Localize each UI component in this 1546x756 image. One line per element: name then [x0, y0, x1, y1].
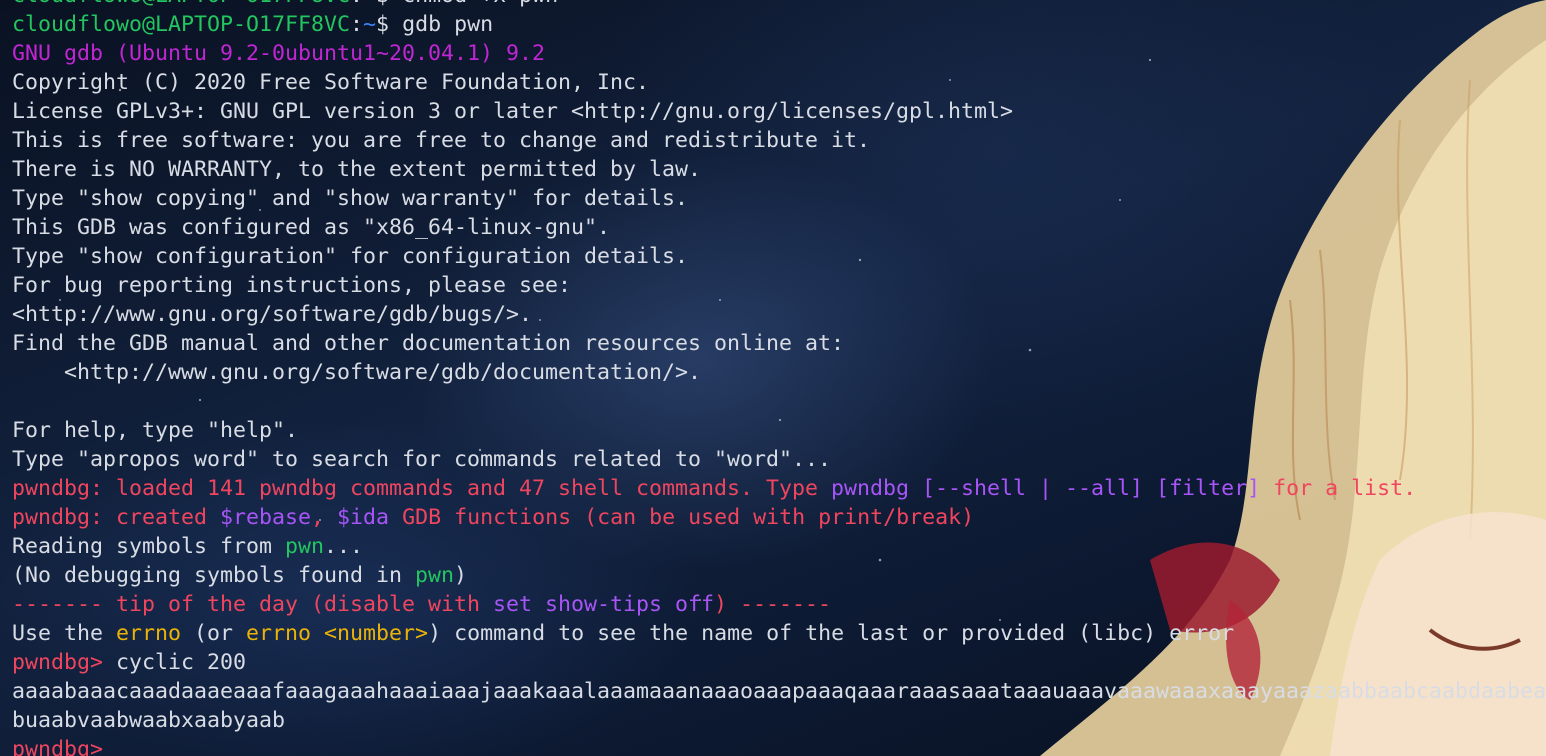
- cyclic-output-line: aaaabaaacaaadaaaeaaafaaagaaahaaaiaaajaaa…: [12, 679, 1546, 704]
- pwndbg-created-text: pwndbg: created: [12, 505, 221, 530]
- shell-command-line: cloudflowo@LAPTOP-O17FF8VC:~$ chmod +x p…: [12, 0, 1546, 10]
- gdb-command: cyclic 200: [116, 650, 247, 675]
- rebase-function: $rebase: [220, 505, 312, 530]
- shell-command: gdb pwn: [402, 12, 494, 37]
- tip-text-b: (or: [181, 621, 247, 646]
- prompt-dollar: $: [376, 0, 402, 8]
- pwndbg-created-line: pwndbg: created $rebase, $ida GDB functi…: [12, 503, 1546, 532]
- pwndbg-list-command: pwndbg [--shell | --all] [filter]: [831, 476, 1261, 501]
- gdb-command-line: pwndbg> cyclic 200: [12, 648, 1546, 677]
- shell-command-line: cloudflowo@LAPTOP-O17FF8VC:~$ gdb pwn: [12, 10, 1546, 39]
- cyclic-output-line: buaabvaabwaabxaabyaab: [12, 708, 286, 733]
- pwndbg-prompt: pwndbg>: [12, 737, 117, 756]
- gdb-banner-line: Type "show configuration" for configurat…: [12, 244, 689, 269]
- gdb-help-line: Type "apropos word" to search for comman…: [12, 447, 832, 472]
- gdb-banner-line: License GPLv3+: GNU GPL version 3 or lat…: [12, 99, 1014, 124]
- pwndbg-prompt: pwndbg>: [12, 650, 117, 675]
- gdb-version-line: GNU gdb (Ubuntu 9.2-0ubuntu1~20.04.1) 9.…: [12, 41, 546, 66]
- reading-text: Reading symbols from: [12, 534, 286, 559]
- gdb-help-line: For help, type "help".: [12, 418, 299, 443]
- tip-header-text: ------- tip of the day (disable with: [12, 592, 494, 617]
- tip-errno-number: errno <number>: [246, 621, 429, 646]
- gdb-banner-line: <http://www.gnu.org/software/gdb/documen…: [12, 360, 702, 385]
- pwndbg-created-comma: ,: [311, 505, 338, 530]
- gdb-banner-line: <http://www.gnu.org/software/gdb/bugs/>.: [12, 302, 533, 327]
- pwndbg-loaded-line: pwndbg: loaded 141 pwndbg commands and 4…: [12, 474, 1546, 503]
- no-debug-symbols-line: (No debugging symbols found in pwn): [12, 561, 1546, 590]
- gdb-input-line[interactable]: pwndbg>: [12, 735, 1546, 756]
- nodebug-suffix: ): [454, 563, 468, 588]
- prompt-user-host: cloudflowo@LAPTOP-O17FF8VC: [12, 0, 350, 8]
- ida-function: $ida: [337, 505, 390, 530]
- reading-suffix: ...: [324, 534, 364, 559]
- gdb-banner-line: Type "show copying" and "show warranty" …: [12, 186, 689, 211]
- reading-file: pwn: [285, 534, 325, 559]
- tip-disable-command: set show-tips off: [493, 592, 715, 617]
- tip-header-line: ------- tip of the day (disable with set…: [12, 590, 1546, 619]
- prompt-separator: :: [350, 12, 364, 37]
- pwndbg-loaded-suffix: for a list.: [1260, 476, 1417, 501]
- gdb-banner-line: Copyright (C) 2020 Free Software Foundat…: [12, 70, 650, 95]
- prompt-user-host: cloudflowo@LAPTOP-O17FF8VC: [12, 12, 351, 37]
- nodebug-file: pwn: [415, 563, 455, 588]
- prompt-separator: :: [350, 0, 363, 8]
- tip-text-c: ) command to see the name of the last or…: [428, 621, 1235, 646]
- tip-errno: errno: [116, 621, 182, 646]
- tip-header-suffix: ) -------: [714, 592, 832, 617]
- tip-text-a: Use the: [12, 621, 117, 646]
- tip-body-line: Use the errno (or errno <number>) comman…: [12, 619, 1546, 648]
- gdb-banner-line: Find the GDB manual and other documentat…: [12, 331, 845, 356]
- pwndbg-loaded-text: pwndbg: loaded 141 pwndbg commands and 4…: [12, 476, 832, 501]
- gdb-banner-line: This is free software: you are free to c…: [12, 128, 871, 153]
- prompt-dollar: $: [376, 12, 403, 37]
- gdb-banner-line: For bug reporting instructions, please s…: [12, 273, 572, 298]
- terminal-window[interactable]: cloudflowo@LAPTOP-O17FF8VC:~$ chmod +x p…: [0, 0, 1546, 756]
- shell-command: chmod +x pwn: [402, 0, 558, 8]
- prompt-path: ~: [363, 0, 376, 8]
- reading-symbols-line: Reading symbols from pwn...: [12, 532, 1546, 561]
- prompt-path: ~: [363, 12, 377, 37]
- gdb-banner-line: This GDB was configured as "x86_64-linux…: [12, 215, 611, 240]
- gdb-banner-line: There is NO WARRANTY, to the extent perm…: [12, 157, 702, 182]
- pwndbg-created-suffix: GDB functions (can be used with print/br…: [389, 505, 975, 530]
- nodebug-text: (No debugging symbols found in: [12, 563, 416, 588]
